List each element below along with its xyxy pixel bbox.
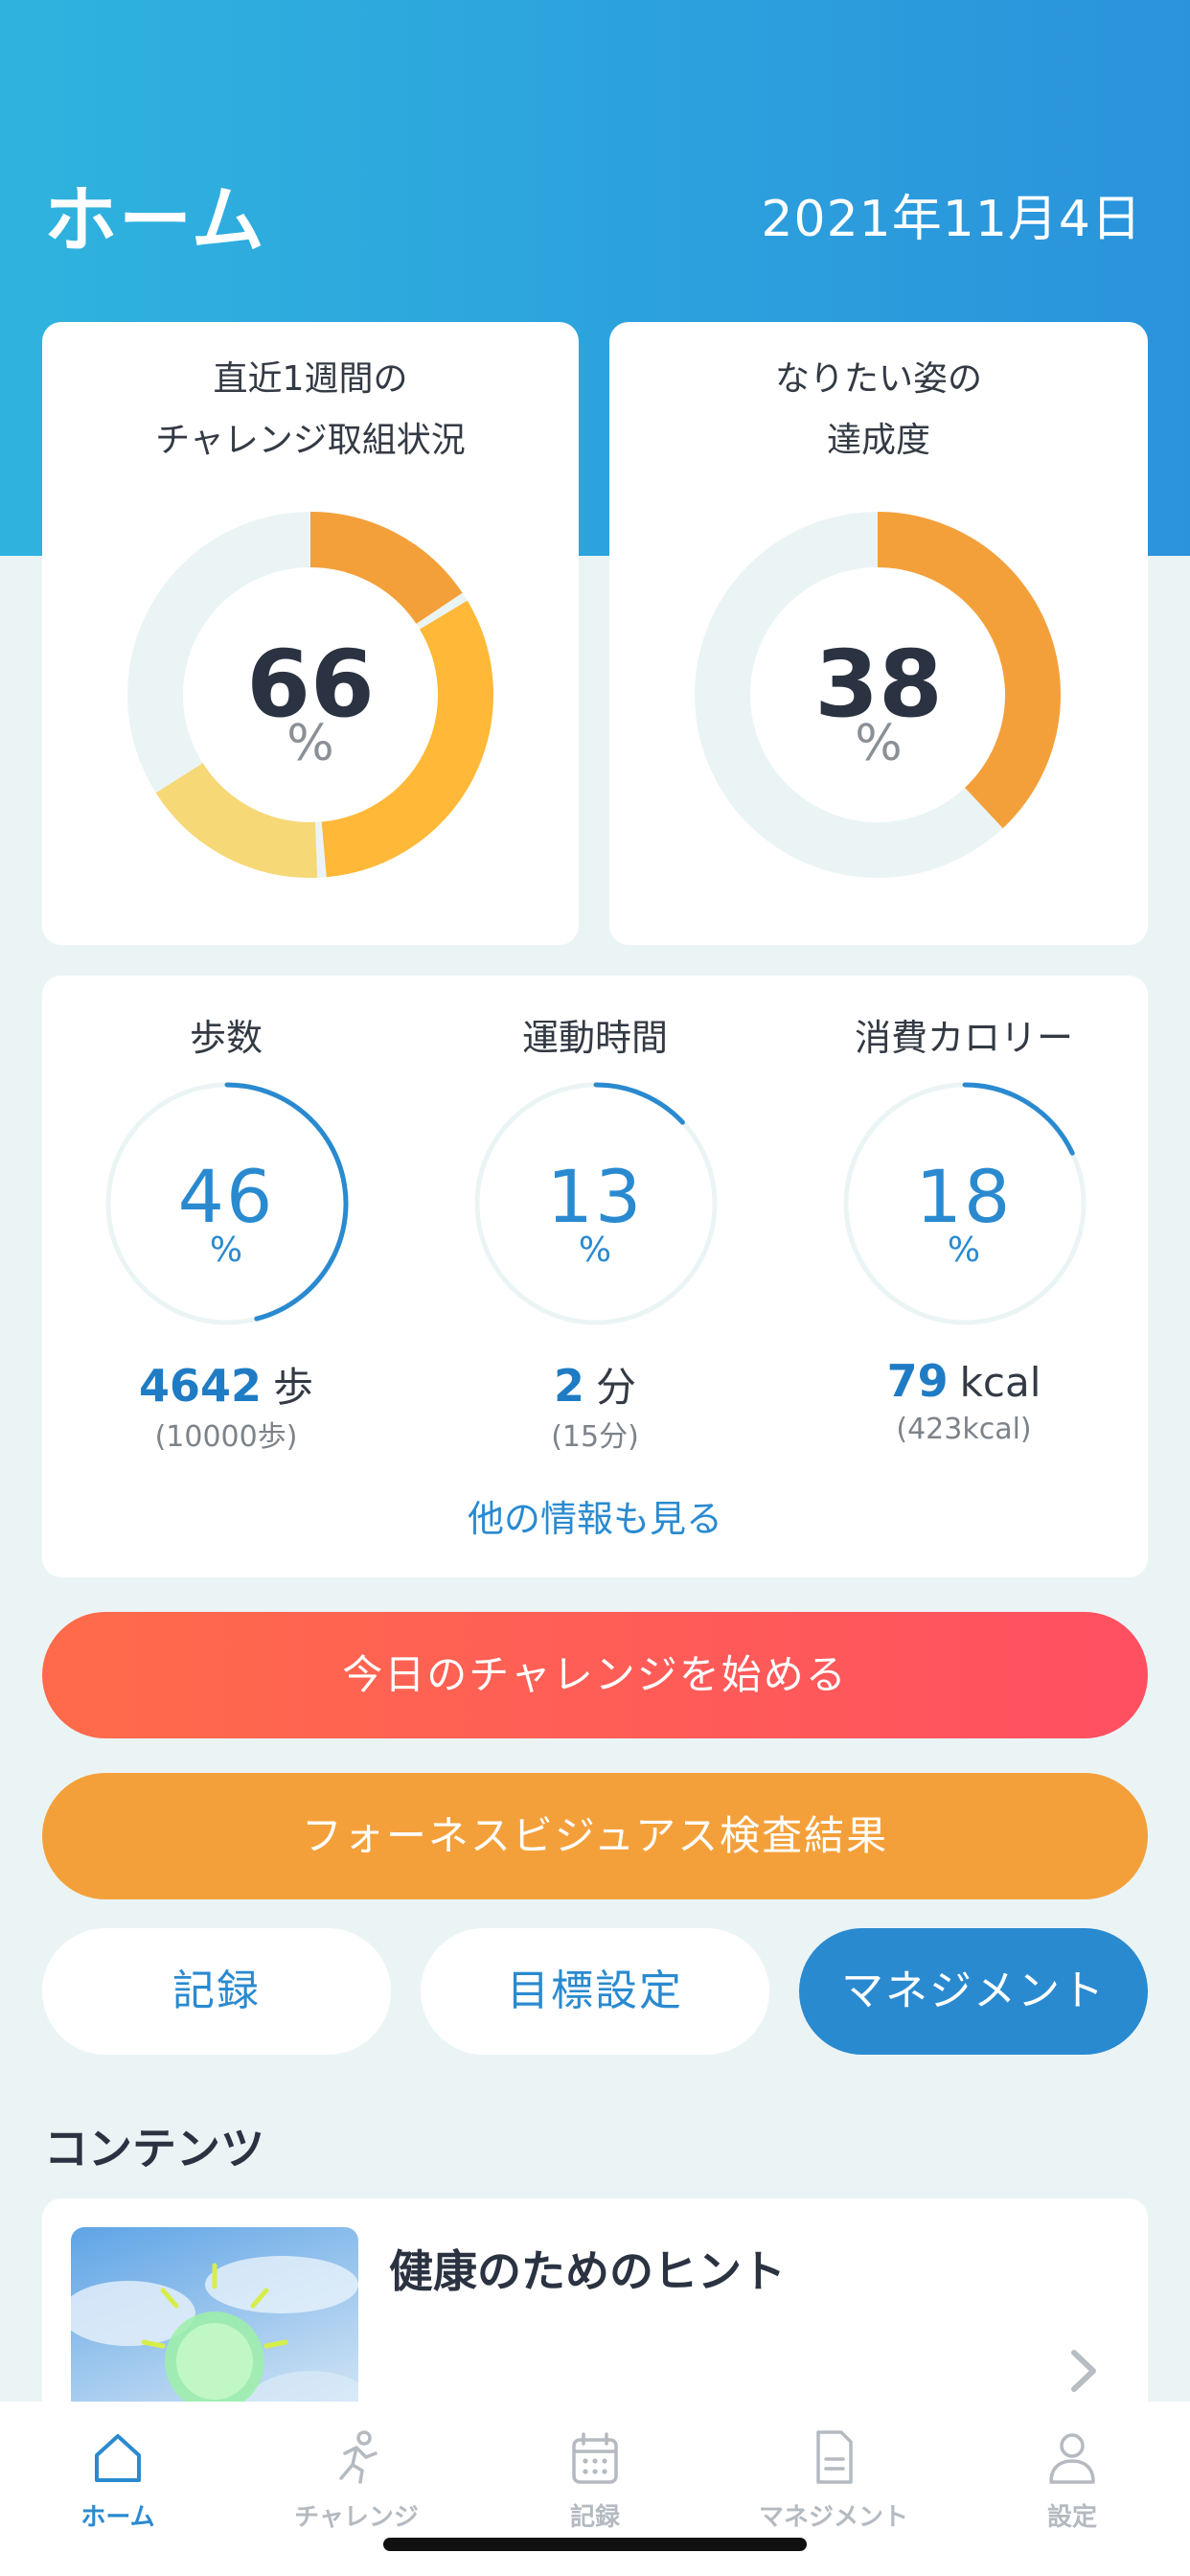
home-icon: [95, 2434, 141, 2482]
steps-percent-unit: %: [209, 1230, 243, 1270]
exercise-time-percent-value: 13: [546, 1154, 644, 1239]
tab-management-label: マネジメント: [758, 2503, 908, 2532]
calories-target: (423kcal): [896, 1413, 1032, 1446]
challenge-donut-segment-3: [155, 762, 318, 878]
exercise-time-amount: 2分: [411, 1355, 779, 1414]
steps-target: (10000歩): [154, 1420, 298, 1454]
calories-stat[interactable]: 消費カロリー 18 % 79 kcal (423kcal): [780, 976, 1148, 1531]
running-icon: [339, 2430, 378, 2484]
calendar-icon: [572, 2432, 618, 2484]
tab-record[interactable]: 記録: [509, 2428, 681, 2533]
home-screen: ホーム 2021年11月4日 直近1週間の チャレンジ取組状況 66 % なりた…: [0, 0, 1190, 2576]
challenge-card-title-line1: 直近1週間の: [213, 359, 408, 399]
calories-percent-value: 18: [915, 1154, 1013, 1239]
home-indicator: [383, 2538, 807, 2551]
calories-amount-value: 79: [886, 1355, 949, 1407]
tab-settings[interactable]: 設定: [986, 2428, 1158, 2533]
goal-card-title-line1: なりたい姿の: [774, 359, 982, 399]
page-title: ホーム: [44, 177, 266, 263]
goal-achievement-card[interactable]: なりたい姿の 達成度 38 %: [609, 322, 1148, 945]
document-icon: [816, 2430, 853, 2484]
content-item-title: 健康のためのヒント: [389, 2245, 786, 2297]
goal-setting-button[interactable]: 目標設定: [421, 1928, 769, 2055]
calories-amount-unit: kcal: [959, 1359, 1041, 1406]
steps-stat[interactable]: 歩数 46 % 4642 歩 (10000歩): [42, 976, 410, 1531]
challenge-status-card[interactable]: 直近1週間の チャレンジ取組状況 66 %: [42, 322, 579, 945]
see-more-link[interactable]: 他の情報も見る: [42, 1489, 1148, 1542]
record-button[interactable]: 記録: [42, 1928, 391, 2055]
tab-home[interactable]: ホーム: [32, 2428, 204, 2533]
calories-amount: 79 kcal: [780, 1355, 1148, 1407]
tab-challenge-label: チャレンジ: [294, 2503, 419, 2532]
management-button[interactable]: マネジメント: [799, 1928, 1148, 2055]
calories-percent-unit: %: [947, 1230, 981, 1270]
exercise-time-ring-progress: [593, 1082, 685, 1125]
steps-amount: 4642 歩: [42, 1355, 410, 1414]
steps-label: 歩数: [189, 1017, 263, 1059]
current-date: 2021年11月4日: [761, 191, 1142, 248]
steps-amount-value: 4642: [138, 1360, 262, 1412]
exercise-time-label: 運動時間: [521, 1017, 668, 1059]
calories-label: 消費カロリー: [854, 1017, 1073, 1059]
challenge-card-title-line2: チャレンジ取組状況: [155, 421, 466, 460]
goal-card-title: なりたい姿の 達成度: [609, 349, 1148, 472]
exercise-time-amount-value: 2: [553, 1360, 584, 1412]
calories-ring-progress: [962, 1082, 1075, 1156]
challenge-donut-segment-1: [309, 512, 463, 625]
tab-management[interactable]: マネジメント: [747, 2428, 920, 2533]
exercise-time-stat[interactable]: 運動時間 13 % 2分 (15分): [411, 976, 779, 1531]
activity-stats-card: 歩数 46 % 4642歩 (10000歩) 運動時間 13 % 2分 (15: [42, 976, 1148, 1577]
contents-section-title: コンテンツ: [44, 2123, 264, 2174]
exercise-time-target: (15分): [551, 1420, 639, 1454]
chevron-right-icon: [1069, 2344, 1098, 2406]
tab-record-label: 記録: [569, 2503, 620, 2532]
challenge-card-title: 直近1週間の チャレンジ取組状況: [42, 349, 579, 472]
tab-settings-label: 設定: [1046, 2503, 1097, 2532]
goal-card-title-line2: 達成度: [826, 421, 930, 460]
exercise-time-amount-unit: 分: [596, 1364, 637, 1411]
tab-home-label: ホーム: [80, 2503, 155, 2532]
furness-result-button[interactable]: フォーネスビジュアス検査結果: [42, 1773, 1148, 1899]
person-icon: [1049, 2433, 1095, 2484]
goal-percent-unit: %: [855, 715, 903, 772]
exercise-time-percent-unit: %: [578, 1230, 612, 1270]
tab-challenge[interactable]: チャレンジ: [270, 2428, 443, 2533]
steps-amount-unit: 歩: [273, 1364, 314, 1411]
challenge-percent-unit: %: [286, 715, 334, 772]
start-challenge-button[interactable]: 今日のチャレンジを始める: [42, 1612, 1148, 1738]
steps-percent-value: 46: [177, 1154, 275, 1239]
